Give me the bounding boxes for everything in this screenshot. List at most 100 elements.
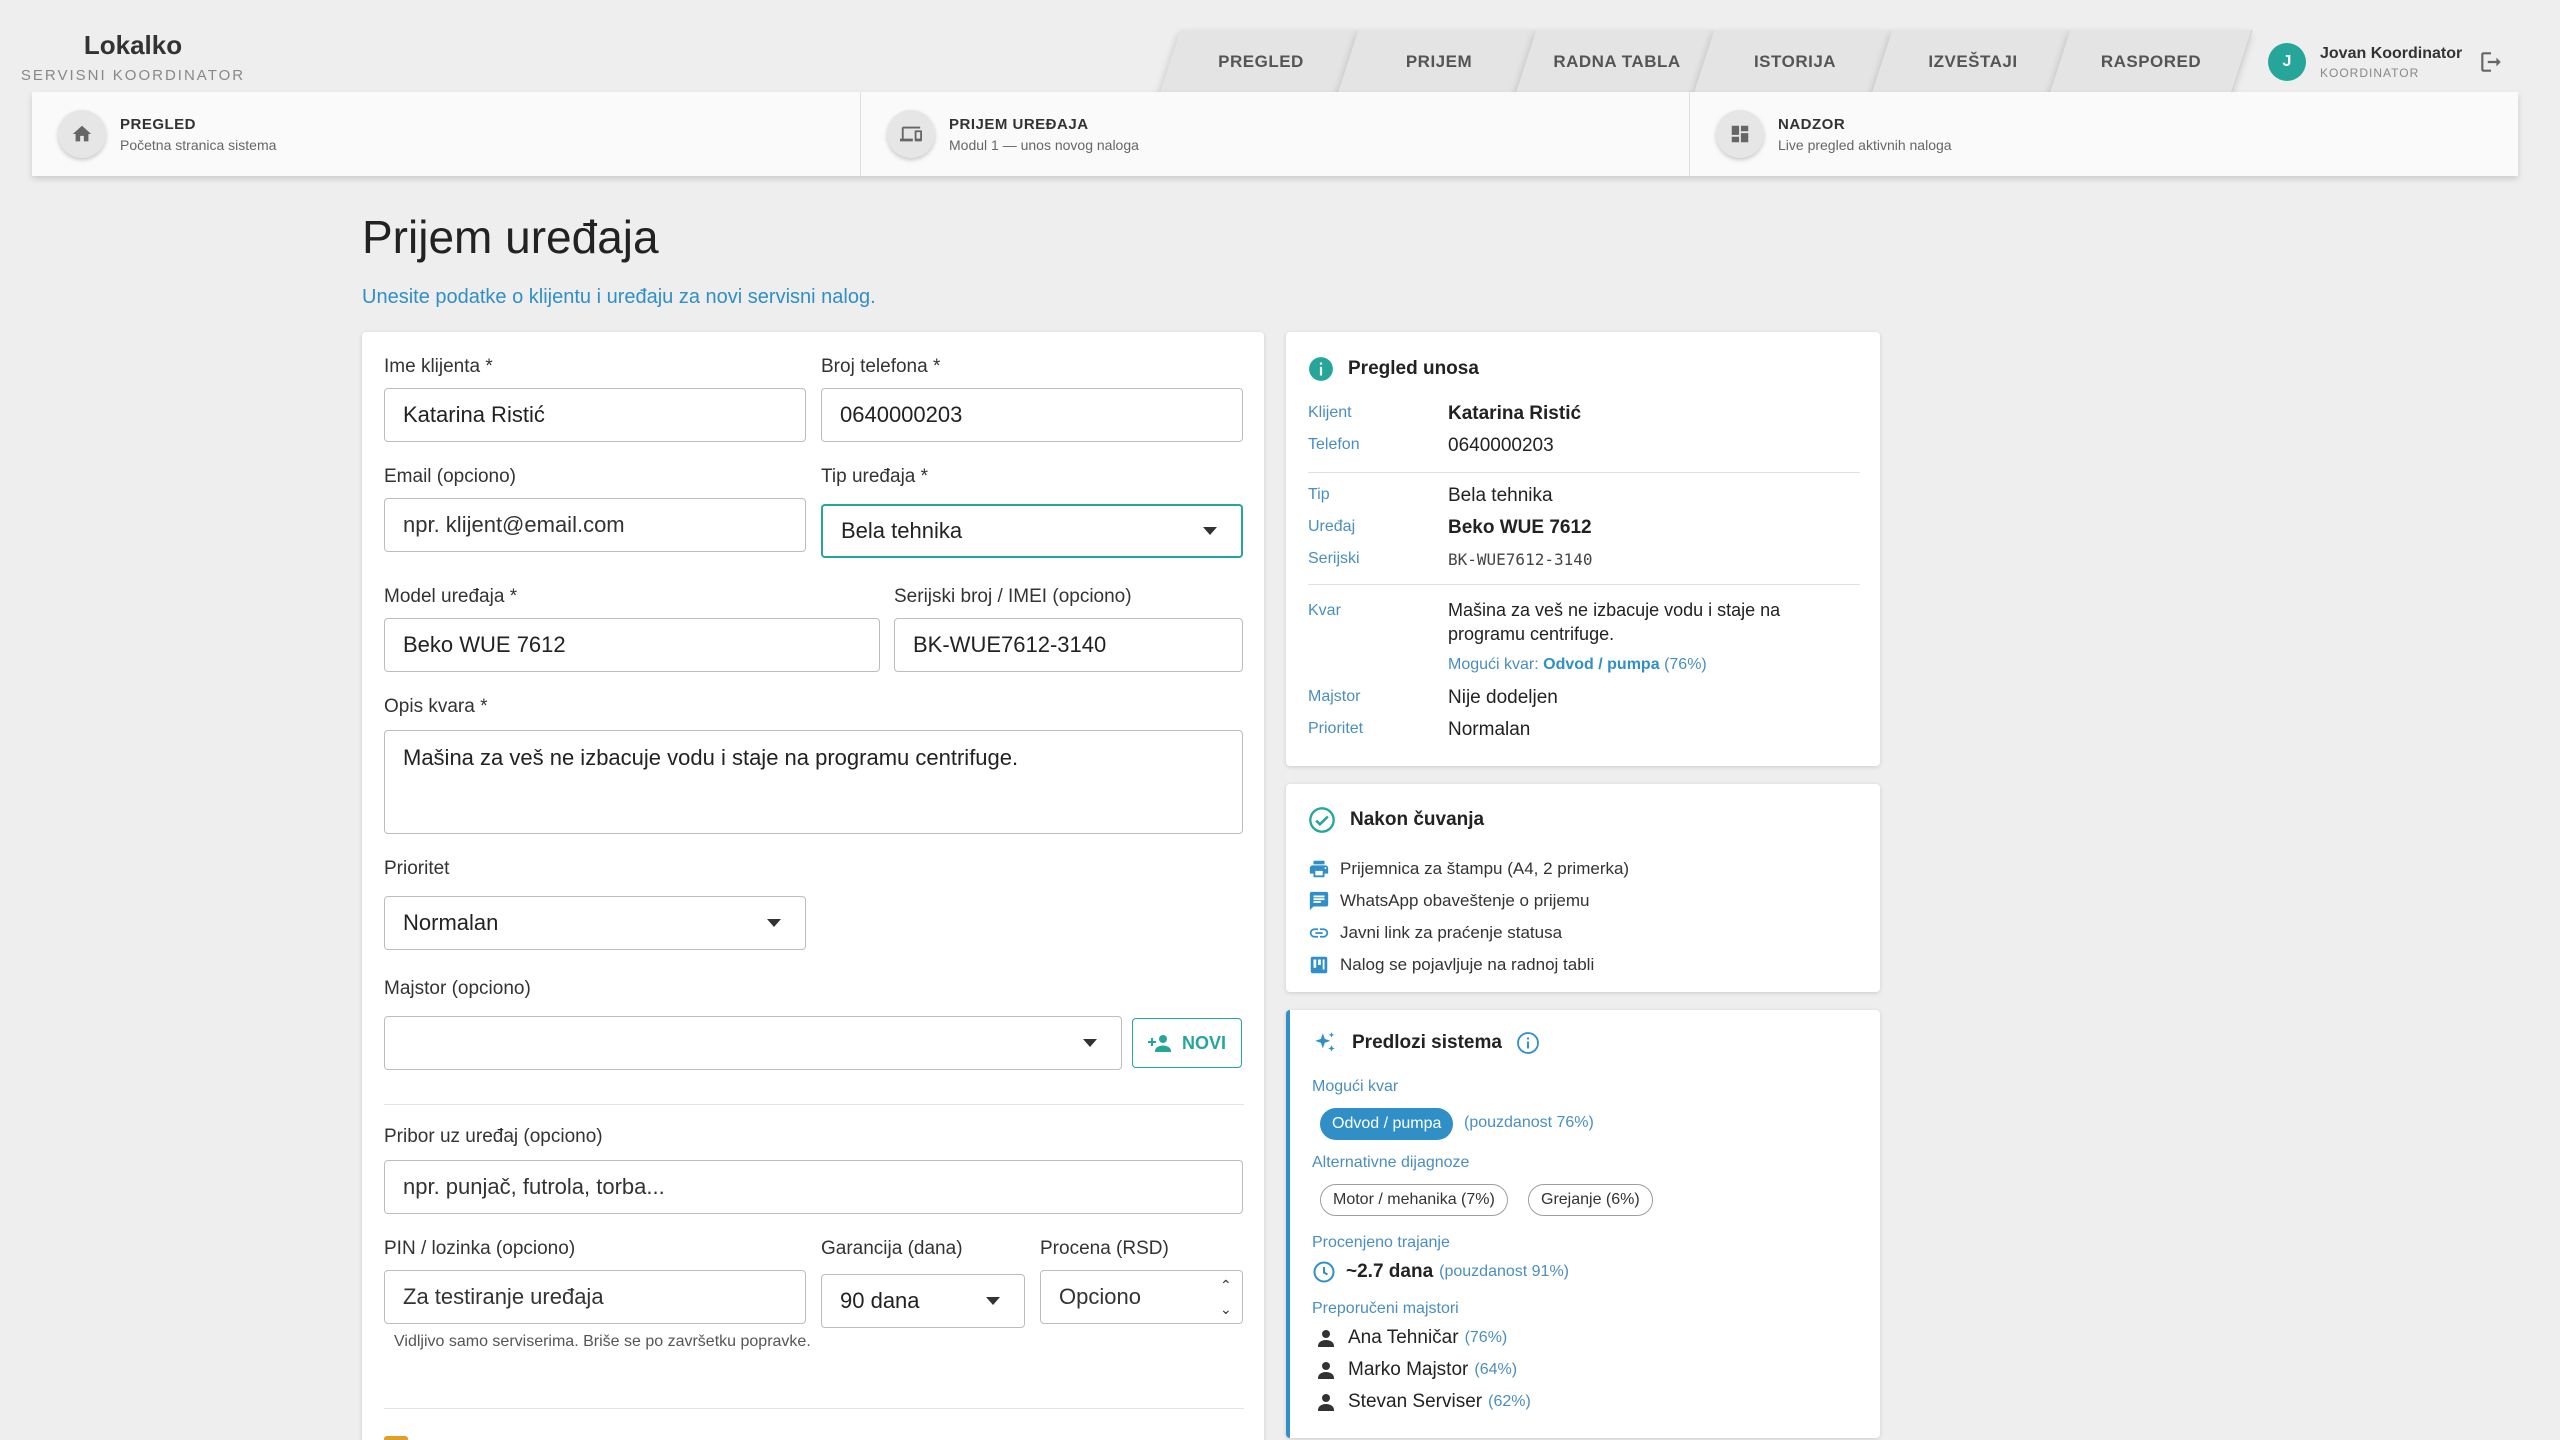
- user-role: KOORDINATOR: [2320, 65, 2420, 80]
- quick-nav-subtitle: Modul 1 — unos novog naloga: [949, 136, 1139, 153]
- tab-izvestaji[interactable]: IZVEŠTAJI: [1871, 30, 2075, 94]
- tech-name: Stevan Serviser: [1348, 1391, 1483, 1412]
- recommended-tech[interactable]: Stevan Serviser (62%): [1314, 1390, 1531, 1414]
- tab-prijem[interactable]: PRIJEM: [1337, 30, 1541, 94]
- review-value: Nije dodeljen: [1448, 687, 1558, 708]
- tech-pct: (62%): [1488, 1393, 1531, 1410]
- tab-istorija[interactable]: ISTORIJA: [1693, 30, 1897, 94]
- warranty-label: Garancija (dana): [821, 1238, 963, 1259]
- fault-label: Opis kvara *: [384, 696, 488, 717]
- quick-nav: PREGLED Početna stranica sistema PRIJEM …: [32, 92, 2518, 176]
- tab-label: IZVEŠTAJI: [1928, 52, 2018, 71]
- review-value: Katarina Ristić: [1448, 403, 1582, 424]
- client-name-input[interactable]: Katarina Ristić: [384, 388, 806, 442]
- tab-label: PRIJEM: [1405, 52, 1473, 71]
- tech-pct: (76%): [1464, 1329, 1508, 1346]
- divider: [1308, 584, 1860, 585]
- chevron-down-icon: [767, 919, 781, 927]
- duration-value: ~2.7 dana: [1346, 1261, 1434, 1282]
- priority-label: Prioritet: [384, 858, 450, 879]
- user-name: Jovan Koordinator: [2320, 44, 2463, 62]
- possible-fault-chip[interactable]: Odvod / pumpa: [1320, 1108, 1454, 1140]
- divider: [1308, 472, 1860, 473]
- recommended-tech[interactable]: Marko Majstor (64%): [1314, 1358, 1517, 1382]
- possible-fault-prefix: Mogući kvar:: [1448, 656, 1539, 673]
- review-key: Klijent: [1308, 404, 1352, 421]
- estimate-placeholder: Opciono: [1059, 1284, 1141, 1309]
- client-name-label: Ime klijenta *: [384, 356, 493, 377]
- new-technician-button[interactable]: NOVI: [1132, 1018, 1242, 1068]
- after-save-item: Prijemnica za štampu (A4, 2 primerka): [1308, 858, 1629, 880]
- chevron-down-icon: [1083, 1039, 1097, 1047]
- alternative-chip[interactable]: Motor / mehanika (7%): [1320, 1184, 1508, 1216]
- person-icon: [1318, 1394, 1334, 1411]
- review-key: Tip: [1308, 486, 1330, 503]
- client-name-value: Katarina Ristić: [403, 402, 545, 427]
- recommended-techs-label: Preporučeni majstori: [1312, 1300, 1459, 1317]
- warranty-select[interactable]: 90 dana: [821, 1274, 1025, 1328]
- estimate-input[interactable]: Opciono ⌃ ⌄: [1040, 1270, 1243, 1324]
- tab-label: PREGLED: [1218, 52, 1304, 71]
- quick-nav-prijem[interactable]: PRIJEM UREĐAJA Modul 1 — unos novog nalo…: [861, 92, 1690, 176]
- pin-hint: Vidljivo samo serviserima. Briše se po z…: [394, 1333, 811, 1350]
- stepper-icon[interactable]: ⌃ ⌄: [1220, 1277, 1236, 1317]
- quick-nav-subtitle: Live pregled aktivnih naloga: [1778, 136, 1952, 153]
- pin-placeholder: Za testiranje uređaja: [403, 1284, 604, 1309]
- logout-icon[interactable]: [2478, 49, 2504, 75]
- quick-nav-nadzor[interactable]: NADZOR Live pregled aktivnih naloga: [1690, 92, 2518, 176]
- tab-pregled[interactable]: PREGLED: [1159, 30, 1363, 94]
- suggestions-card: Predlozi sistema Mogući kvar Odvod / pum…: [1286, 1010, 1880, 1438]
- devices-icon: [887, 110, 935, 158]
- quick-nav-title: PREGLED: [120, 115, 197, 133]
- technician-select[interactable]: [384, 1016, 1122, 1070]
- phone-input[interactable]: 0640000203: [821, 388, 1243, 442]
- review-key: Majstor: [1308, 688, 1361, 705]
- accessories-input[interactable]: npr. punjač, futrola, torba...: [384, 1160, 1243, 1214]
- email-placeholder: npr. klijent@email.com: [403, 512, 625, 537]
- review-key: Prioritet: [1308, 720, 1364, 737]
- duration-row: ~2.7 dana (pouzdanost 91%): [1312, 1260, 1569, 1284]
- fault-textarea[interactable]: Mašina za veš ne izbacuje vodu i staje n…: [384, 730, 1243, 834]
- checkbox[interactable]: [384, 1436, 408, 1440]
- link-icon: [1309, 928, 1329, 938]
- model-value: Beko WUE 7612: [403, 632, 566, 657]
- phone-label: Broj telefona *: [821, 356, 941, 377]
- user-menu: J Jovan Koordinator KOORDINATOR: [2268, 40, 2504, 84]
- after-save-item: Nalog se pojavljuje na radnoj tabli: [1308, 954, 1594, 976]
- info-icon[interactable]: [1516, 1031, 1540, 1055]
- brand: Lokalko SERVISNI KOORDINATOR: [0, 0, 266, 92]
- duration-label: Procenjeno trajanje: [1312, 1234, 1450, 1251]
- review-value: Bela tehnika: [1448, 485, 1553, 506]
- recommended-tech[interactable]: Ana Tehničar (76%): [1314, 1326, 1507, 1350]
- review-key: Telefon: [1308, 436, 1360, 453]
- after-save-text: Prijemnica za štampu (A4, 2 primerka): [1340, 859, 1630, 878]
- tech-name: Ana Tehničar: [1348, 1327, 1459, 1348]
- review-value: BK-WUE7612-3140: [1448, 550, 1593, 569]
- pin-input[interactable]: Za testiranje uređaja: [384, 1270, 806, 1324]
- serial-label: Serijski broj / IMEI (opciono): [894, 586, 1132, 607]
- quick-nav-title: PRIJEM UREĐAJA: [949, 115, 1089, 133]
- chevron-down-icon: [1203, 527, 1217, 535]
- brand-name: Lokalko: [83, 30, 183, 60]
- sparkle-icon: [1315, 1032, 1335, 1052]
- quick-nav-pregled[interactable]: PREGLED Početna stranica sistema: [32, 92, 861, 176]
- priority-select[interactable]: Normalan: [384, 896, 806, 950]
- accessories-label: Pribor uz uređaj (opciono): [384, 1126, 603, 1147]
- pin-label: PIN / lozinka (opciono): [384, 1238, 576, 1259]
- model-input[interactable]: Beko WUE 7612: [384, 618, 880, 672]
- divider: [384, 1104, 1244, 1105]
- tab-radna-tabla[interactable]: RADNA TABLA: [1515, 30, 1719, 94]
- email-input[interactable]: npr. klijent@email.com: [384, 498, 806, 552]
- serial-input[interactable]: BK-WUE7612-3140: [894, 618, 1243, 672]
- device-type-label: Tip uređaja *: [821, 466, 929, 487]
- device-type-select[interactable]: Bela tehnika: [821, 504, 1243, 558]
- possible-fault-confidence: (pouzdanost 76%): [1464, 1114, 1594, 1131]
- alternative-chip[interactable]: Grejanje (6%): [1528, 1184, 1653, 1216]
- after-save-item: WhatsApp obaveštenje o prijemu: [1308, 890, 1589, 912]
- page-title: Prijem uređaja: [362, 211, 659, 263]
- quick-nav-title: NADZOR: [1778, 115, 1846, 133]
- phone-value: 0640000203: [840, 402, 963, 427]
- new-button-label: NOVI: [1181, 1032, 1226, 1053]
- avatar[interactable]: J: [2268, 43, 2306, 81]
- tab-raspored[interactable]: RASPORED: [2049, 30, 2253, 94]
